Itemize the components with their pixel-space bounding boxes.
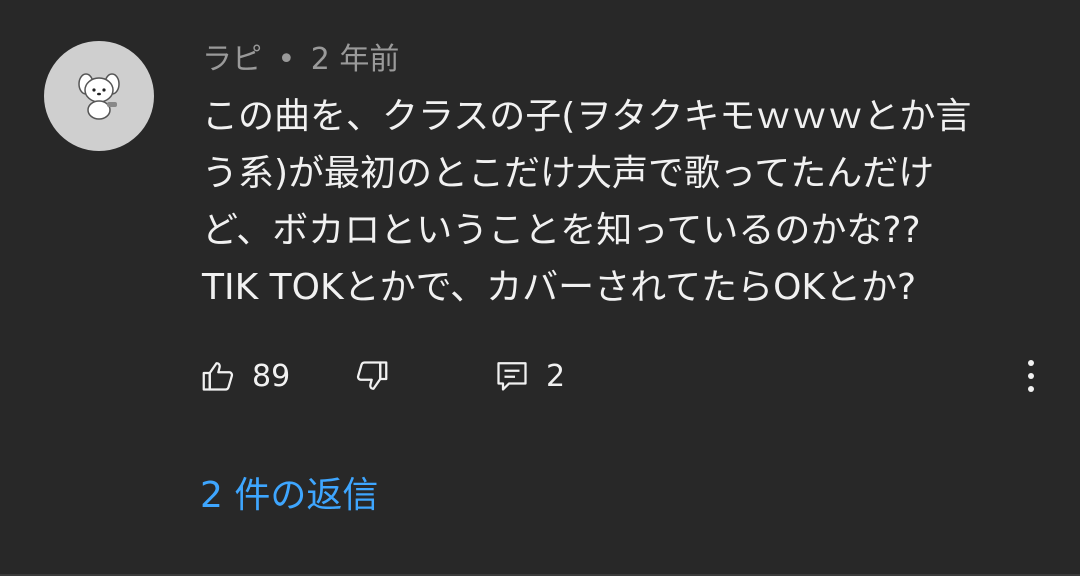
thumbs-up-icon (202, 362, 234, 391)
comment-text: この曲を、クラスの子(ヲタクキモｗｗｗとか言 う系)が最初のとこだけ大声で歌って… (202, 88, 1042, 316)
comment-text-line: この曲を、クラスの子(ヲタクキモｗｗｗとか言 (202, 96, 972, 137)
reply-button[interactable]: 2 (494, 352, 565, 400)
dislike-button[interactable] (354, 352, 390, 400)
comment-icon (497, 362, 527, 391)
comment-actions: 89 2 (200, 352, 1060, 400)
timestamp[interactable]: 2 年前 (311, 42, 400, 77)
more-vert-icon (1028, 360, 1034, 392)
author-name[interactable]: ラピ (202, 42, 262, 77)
meta-separator: • (277, 42, 296, 77)
more-options-button[interactable] (1016, 352, 1046, 400)
comment-card: ラピ • 2 年前 この曲を、クラスの子(ヲタクキモｗｗｗとか言 う系)が最初の… (0, 0, 1080, 576)
avatar[interactable] (44, 41, 154, 151)
view-replies-link[interactable]: 2 件の返信 (200, 472, 378, 520)
comment-text-line: う系)が最初のとこだけ大声で歌ってたんだけ (202, 153, 935, 194)
pochacco-avatar-icon (78, 73, 120, 120)
thumbs-down-icon (356, 361, 388, 390)
like-button[interactable]: 89 (200, 352, 290, 400)
like-count: 89 (252, 358, 291, 394)
comment-text-line: ど、ボカロということを知っているのかな?? (202, 210, 921, 251)
comment-meta: ラピ • 2 年前 (202, 40, 399, 80)
comment-text-line: TIK TOKとかで、カバーされてたらOKとか? (202, 267, 917, 308)
reply-count: 2 (546, 358, 566, 394)
